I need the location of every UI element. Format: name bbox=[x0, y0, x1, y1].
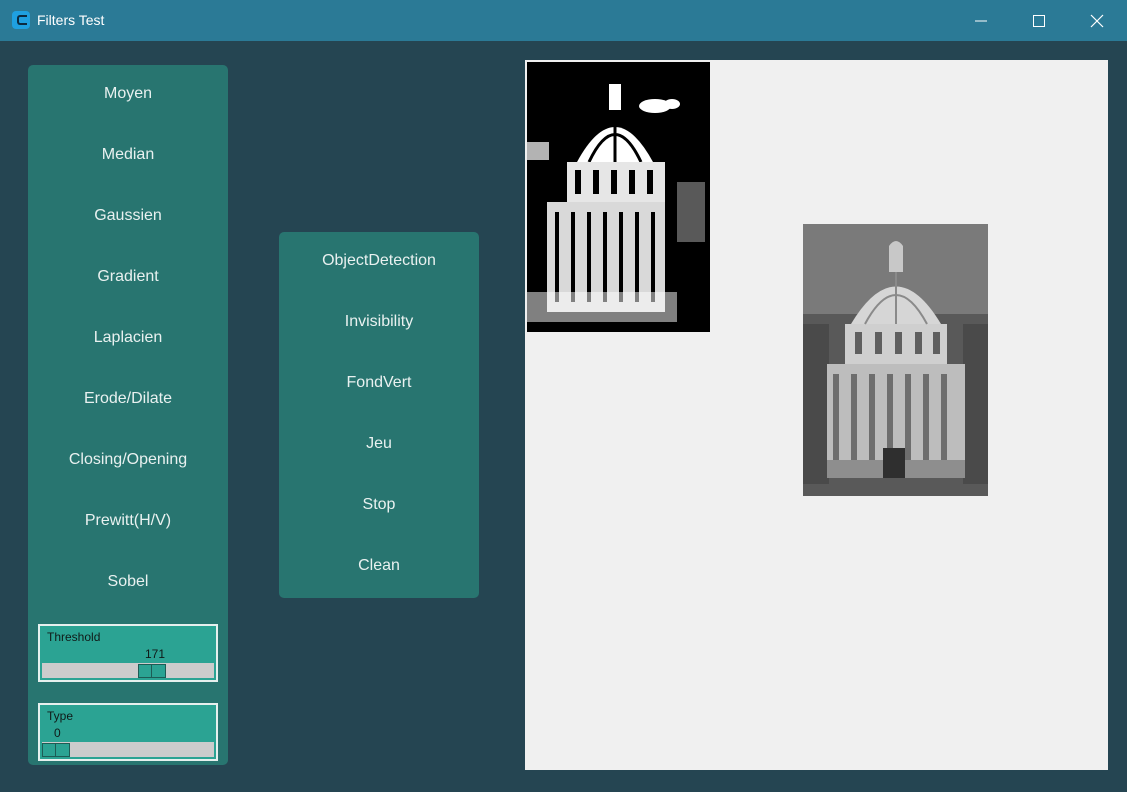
binary-image bbox=[527, 62, 710, 332]
clean-button[interactable]: Clean bbox=[279, 546, 479, 586]
prewitt-button[interactable]: Prewitt(H/V) bbox=[28, 501, 228, 541]
gradient-button[interactable]: Gradient bbox=[28, 257, 228, 297]
threshold-slider-group: Threshold 171 bbox=[38, 624, 218, 682]
invisibility-button[interactable]: Invisibility bbox=[279, 302, 479, 342]
grayscale-image bbox=[803, 224, 988, 496]
filters-panel: Moyen Median Gaussien Gradient Laplacien… bbox=[28, 65, 228, 765]
close-icon bbox=[1090, 14, 1104, 27]
close-button[interactable] bbox=[1074, 0, 1120, 41]
threshold-label: Threshold bbox=[47, 630, 101, 644]
window-title: Filters Test bbox=[37, 12, 105, 28]
image-canvas bbox=[525, 60, 1108, 770]
threshold-slider-handle[interactable] bbox=[138, 664, 166, 678]
threshold-slider[interactable] bbox=[42, 663, 214, 678]
moyen-button[interactable]: Moyen bbox=[28, 74, 228, 114]
stop-button[interactable]: Stop bbox=[279, 485, 479, 525]
laplacien-button[interactable]: Laplacien bbox=[28, 318, 228, 358]
threshold-value: 171 bbox=[145, 647, 166, 661]
type-label: Type bbox=[47, 709, 74, 723]
fond-vert-button[interactable]: FondVert bbox=[279, 363, 479, 403]
sobel-button[interactable]: Sobel bbox=[28, 562, 228, 602]
maximize-icon bbox=[1033, 14, 1045, 27]
type-slider[interactable] bbox=[42, 742, 214, 757]
object-detection-button[interactable]: ObjectDetection bbox=[279, 241, 479, 281]
minimize-icon bbox=[975, 20, 987, 21]
type-slider-handle[interactable] bbox=[42, 743, 70, 757]
jeu-button[interactable]: Jeu bbox=[279, 424, 479, 464]
erode-dilate-button[interactable]: Erode/Dilate bbox=[28, 379, 228, 419]
maximize-button[interactable] bbox=[1016, 0, 1062, 41]
type-value: 0 bbox=[54, 726, 61, 740]
app-icon bbox=[12, 11, 30, 29]
closing-opening-button[interactable]: Closing/Opening bbox=[28, 440, 228, 480]
title-bar[interactable]: Filters Test bbox=[0, 0, 1127, 41]
type-slider-group: Type 0 bbox=[38, 703, 218, 761]
gaussien-button[interactable]: Gaussien bbox=[28, 196, 228, 236]
median-button[interactable]: Median bbox=[28, 135, 228, 175]
minimize-button[interactable] bbox=[958, 0, 1004, 41]
actions-panel: ObjectDetection Invisibility FondVert Je… bbox=[279, 232, 479, 598]
